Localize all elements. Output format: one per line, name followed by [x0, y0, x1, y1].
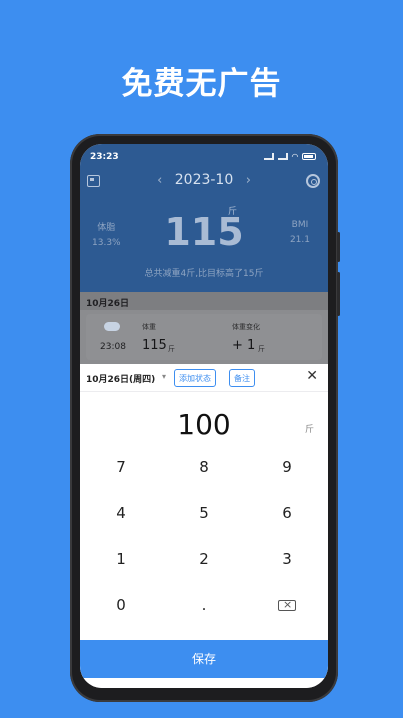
note-button[interactable]: 备注 [229, 369, 255, 387]
key-2[interactable]: 2 [163, 536, 245, 582]
cloud-icon [104, 322, 120, 331]
save-button[interactable]: 保存 [80, 640, 328, 678]
month-header: ‹ 2023-10 › [80, 172, 328, 192]
record-change-value: + 1 [232, 338, 256, 353]
entry-value: 100 [177, 408, 231, 441]
battery-icon [302, 153, 316, 160]
phone-side-button [337, 232, 340, 262]
prev-month-button[interactable]: ‹ [149, 173, 170, 188]
key-3[interactable]: 3 [246, 536, 328, 582]
signal-icon [263, 153, 274, 160]
backspace-icon [278, 597, 296, 613]
bmi-stat: BMI 21.1 [290, 220, 310, 245]
record-weight-label: 体重 [142, 323, 156, 331]
promo-headline: 免费无广告 [121, 66, 282, 102]
add-status-button[interactable]: 添加状态 [174, 369, 216, 387]
month-label[interactable]: 2023-10 [175, 172, 234, 188]
backspace-key[interactable] [246, 582, 328, 628]
entry-unit: 斤 [304, 425, 314, 435]
next-month-button[interactable]: › [238, 173, 259, 188]
key-4[interactable]: 4 [80, 490, 162, 536]
overview-panel: 23:23 ◠ ‹ 2023-10 › 体脂 13.3% 115 斤 BMI 2… [80, 144, 328, 292]
status-time: 23:23 [90, 152, 119, 162]
wifi-icon: ◠ [291, 152, 298, 161]
record-weight-value: 115 [142, 338, 167, 353]
key-8[interactable]: 8 [163, 444, 245, 490]
status-icons: ◠ [263, 152, 316, 161]
record-list: 10月26日 23:08 体重 115 斤 体重变化 + 1 斤 [80, 292, 328, 364]
signal-icon [277, 153, 288, 160]
record-change-unit: 斤 [258, 345, 265, 353]
chevron-down-icon[interactable]: ▾ [162, 372, 166, 381]
key-9[interactable]: 9 [246, 444, 328, 490]
record-change-label: 体重变化 [232, 323, 260, 331]
record-time: 23:08 [100, 342, 126, 352]
current-weight-unit: 斤 [228, 207, 238, 217]
weight-entry-sheet: 10月26日(周四) ▾ 添加状态 备注 ✕ 100 斤 7 8 9 4 5 6… [80, 364, 328, 688]
numeric-keypad: 7 8 9 4 5 6 1 2 3 0 . [80, 444, 328, 630]
month-selector: ‹ 2023-10 › [80, 172, 328, 188]
key-7[interactable]: 7 [80, 444, 162, 490]
close-icon[interactable]: ✕ [306, 368, 318, 384]
bmi-label: BMI [291, 220, 309, 230]
record-card[interactable]: 23:08 体重 115 斤 体重变化 + 1 斤 [86, 314, 322, 360]
sheet-header: 10月26日(周四) ▾ 添加状态 备注 ✕ [80, 364, 328, 392]
key-6[interactable]: 6 [246, 490, 328, 536]
status-bar: 23:23 ◠ [80, 150, 328, 166]
key-5[interactable]: 5 [163, 490, 245, 536]
bmi-value: 21.1 [289, 235, 310, 245]
phone-side-button [337, 272, 340, 316]
key-0[interactable]: 0 [80, 582, 162, 628]
key-1[interactable]: 1 [80, 536, 162, 582]
record-date-header: 10月26日 [80, 292, 328, 310]
gear-icon[interactable] [306, 174, 320, 188]
key-decimal[interactable]: . [163, 582, 245, 628]
record-weight-unit: 斤 [168, 345, 175, 353]
entry-date[interactable]: 10月26日(周四) [86, 372, 155, 385]
weight-summary: 总共减重4斤,比目标高了15斤 [144, 269, 264, 279]
app-screen: 23:23 ◠ ‹ 2023-10 › 体脂 13.3% 115 斤 BMI 2… [80, 144, 328, 688]
